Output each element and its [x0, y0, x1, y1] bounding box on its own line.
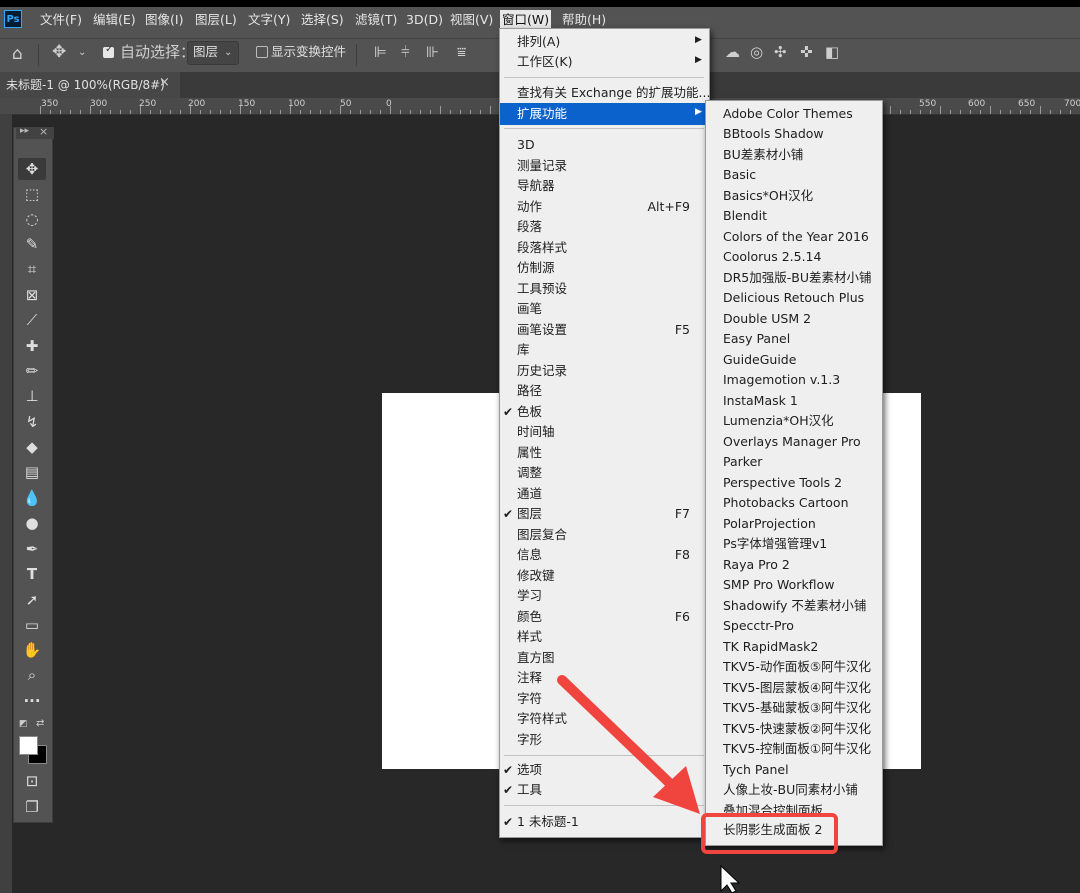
annotation-overlay — [557, 675, 838, 893]
annotation-highlight-box — [701, 813, 838, 854]
mouse-cursor-icon — [720, 864, 741, 893]
annotation-arrow-shaft — [557, 675, 687, 800]
